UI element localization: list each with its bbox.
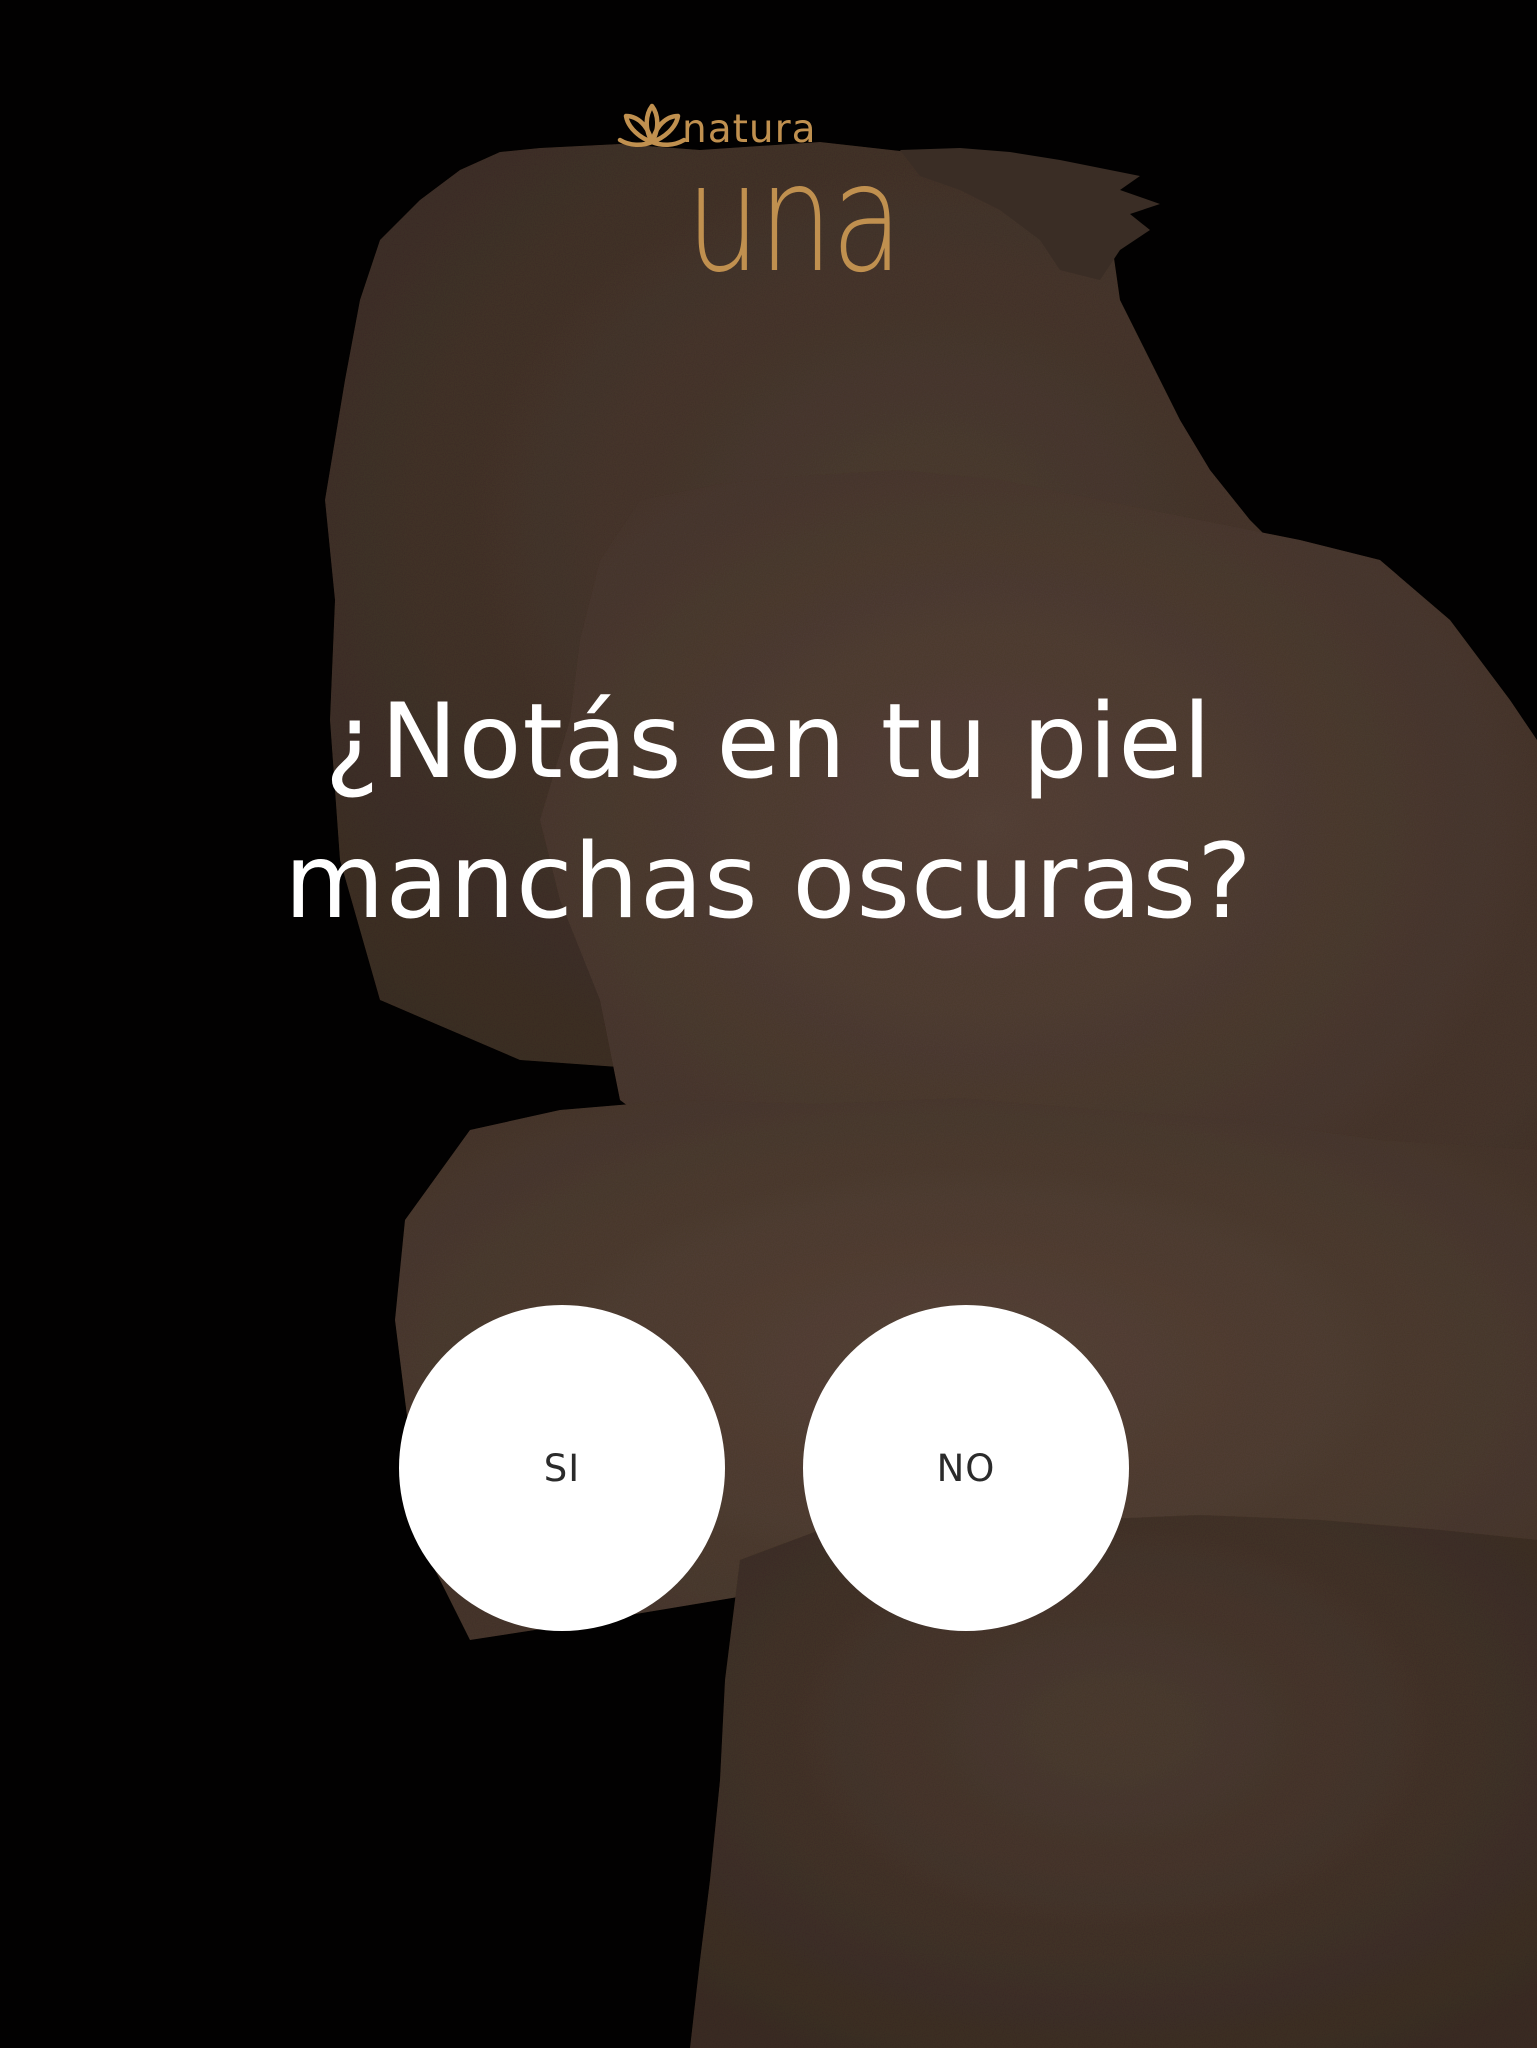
question-line-2: manchas oscuras? xyxy=(284,822,1253,942)
quiz-question: ¿Notás en tu piel manchas oscuras? xyxy=(0,672,1537,952)
makeup-swatch-background xyxy=(325,142,1537,2048)
quiz-screen: natura una ¿Notás en tu piel manchas osc… xyxy=(0,0,1537,2048)
una-wordmark: una xyxy=(686,132,903,306)
question-line-1: ¿Notás en tu piel xyxy=(324,682,1213,802)
swatch-bottom xyxy=(690,1515,1537,2048)
natura-flower-icon xyxy=(617,103,687,147)
no-button[interactable]: NO xyxy=(803,1305,1129,1631)
yes-button[interactable]: SI xyxy=(399,1305,725,1631)
brand-logo: natura una xyxy=(616,96,936,296)
